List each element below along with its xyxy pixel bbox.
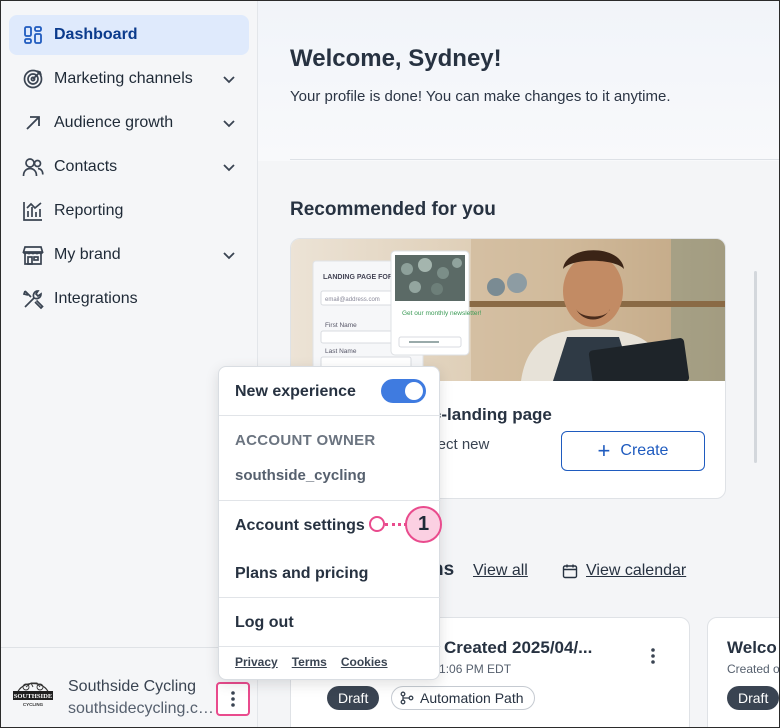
plans-pricing-item[interactable]: Plans and pricing [235,565,368,583]
terms-link[interactable]: Terms [292,655,327,669]
menu-divider [219,415,441,416]
logout-item[interactable]: Log out [235,614,294,632]
sidebar-item-label: Audience growth [54,114,174,131]
account-settings-item[interactable]: Account settings [235,517,365,535]
chevron-down-icon [223,120,235,128]
new-experience-toggle[interactable] [381,379,426,403]
campaign-meta: Created o [727,662,780,676]
recommendation-title: o-landing page [431,405,552,424]
automation-path-icon [400,691,414,705]
tools-icon [21,287,45,311]
callout-target-ring [369,516,385,532]
bar-chart-icon [21,199,45,223]
menu-divider [219,597,441,598]
sidebar-item-audience-growth[interactable]: Audience growth [9,103,249,143]
welcome-subtitle: Your profile is done! You can make chang… [290,88,671,105]
southside-cycling-logo: SOUTHSIDE CYCLING [13,682,53,707]
sidebar-nav: Dashboard Marketing channels Audience gr… [1,1,257,319]
page-title: Welcome, Sydney! [290,45,502,72]
svg-text:SOUTHSIDE: SOUTHSIDE [14,693,53,700]
account-owner-label: ACCOUNT OWNER [235,432,376,449]
storefront-icon [21,243,45,267]
menu-divider [219,500,441,501]
create-button-label: Create [620,442,669,459]
chevron-down-icon [223,76,235,84]
sidebar-item-label: Dashboard [54,26,138,43]
svg-text:CYCLING: CYCLING [23,702,44,707]
footer-links: Privacy Terms Cookies [235,655,388,669]
calendar-icon [562,564,578,579]
arrow-up-right-icon [21,111,45,135]
plus-icon: + [597,438,611,463]
campaign-card[interactable]: Welco Created o Draft [707,617,780,727]
campaign-title: Welco [727,638,777,657]
account-email: southsidecycling.com [68,700,216,717]
dashboard-icon [21,23,45,47]
new-experience-label: New experience [235,383,356,400]
sidebar-item-my-brand[interactable]: My brand [9,235,249,275]
kebab-menu-icon [231,691,235,707]
target-icon [21,67,45,91]
account-name: Southside Cycling [68,678,197,695]
sidebar-item-label: Reporting [54,202,124,219]
sidebar-item-reporting[interactable]: Reporting [9,191,249,231]
image-field-first: First Name [325,322,357,329]
chevron-down-icon [223,252,235,260]
campaign-more-icon[interactable] [646,646,660,666]
recommended-heading: Recommended for you [290,199,496,220]
status-badge: Draft [727,686,779,710]
image-field-last: Last Name [325,348,357,355]
people-icon [21,155,45,179]
sidebar-item-contacts[interactable]: Contacts [9,147,249,187]
status-badge: Draft [327,686,380,710]
sidebar-item-integrations[interactable]: Integrations [9,279,249,319]
create-button[interactable]: + Create [561,431,705,471]
privacy-link[interactable]: Privacy [235,655,278,669]
view-all-link[interactable]: View all [473,562,528,580]
sidebar-item-marketing-channels[interactable]: Marketing channels [9,59,249,99]
recommendation-image: LANDING PAGE FORM email@address.com Firs… [291,239,725,381]
account-owner-username: southside_cycling [235,467,366,484]
callout-step-badge: 1 [405,506,442,543]
welcome-panel: Welcome, Sydney! Your profile is done! Y… [258,1,779,161]
campaign-type-badge: Automation Path [391,686,535,710]
callout-connector [385,523,407,526]
sidebar-item-label: Integrations [54,290,138,307]
chevron-down-icon [223,164,235,172]
recommendations-scrollbar[interactable] [754,271,757,463]
section-divider [290,159,779,160]
menu-divider [219,646,441,647]
sidebar-item-dashboard[interactable]: Dashboard [9,15,249,55]
view-calendar-link[interactable]: View calendar [562,562,686,580]
view-calendar-label: View calendar [586,562,687,579]
image-field-email: email@address.com [325,297,380,303]
cookies-link[interactable]: Cookies [341,655,388,669]
sidebar-item-label: My brand [54,246,121,263]
campaign-type-label: Automation Path [420,690,524,706]
account-menu-button[interactable] [216,682,250,716]
image-form-title: LANDING PAGE FORM [323,274,399,281]
sidebar-item-label: Contacts [54,158,118,175]
app-window: Dashboard Marketing channels Audience gr… [0,0,780,728]
sidebar-item-label: Marketing channels [54,70,193,87]
image-popup-text: Get our monthly newsletter! [402,310,482,317]
toggle-knob [405,382,423,400]
